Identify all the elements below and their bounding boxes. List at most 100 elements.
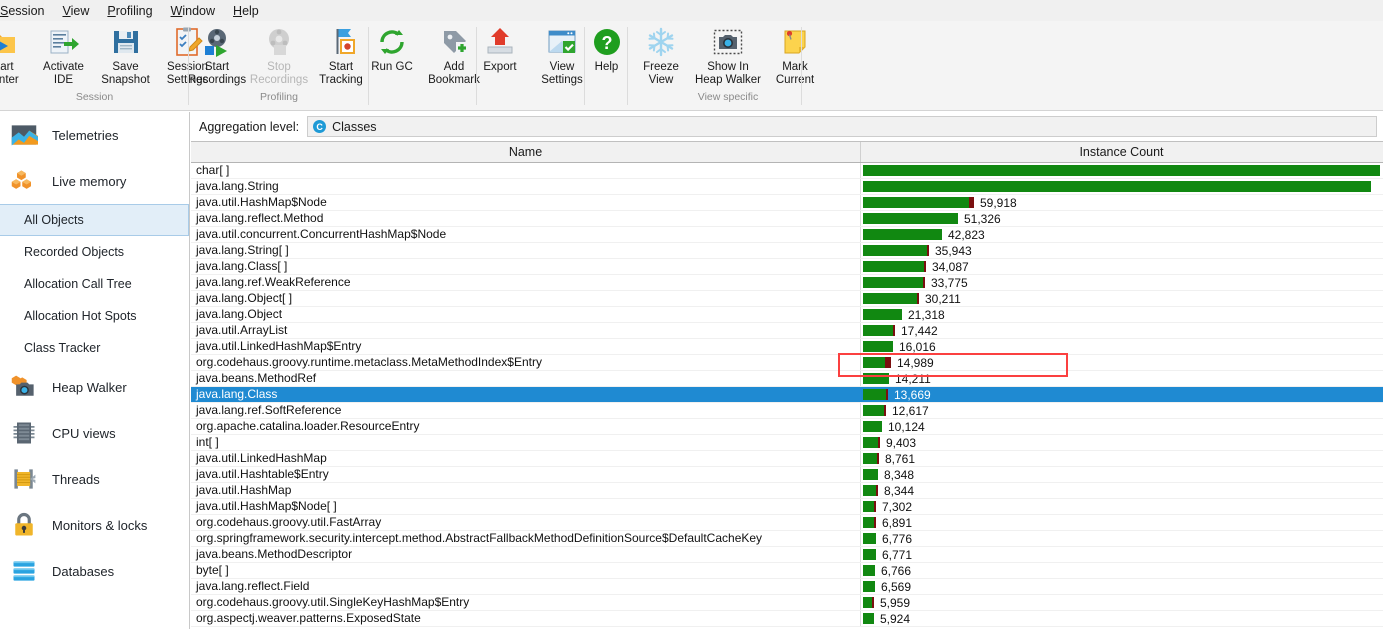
table-row[interactable]: org.apache.catalina.loader.ResourceEntry… [191,419,1383,435]
sidebar-item-class-tracker[interactable]: Class Tracker [0,332,189,364]
freeze-view-icon [645,26,677,58]
instance-count-bar [863,565,875,576]
sidebar: Telemetries Live memory All Objects Recorde… [0,112,190,629]
bar-segment-dark [927,245,929,256]
ribbon-button-label: Stop Recordings [249,61,309,86]
sidebar-item-databases[interactable]: Databases [0,548,189,594]
sidebar-item-allocation-hot-spots[interactable]: Allocation Hot Spots [0,300,189,332]
bar-segment-green [863,421,882,432]
column-header-name[interactable]: Name [191,142,861,162]
menu-item-view[interactable]: View [53,2,98,20]
bar-segment-green [863,341,893,352]
save-snapshot-button[interactable]: Save Snapshot [95,21,157,87]
table-row[interactable]: java.lang.reflect.Method 51,326 [191,211,1383,227]
bar-segment-green [863,357,885,368]
table-row[interactable]: org.codehaus.groovy.runtime.metaclass.Me… [191,355,1383,371]
table-row[interactable]: java.util.HashMap$Node[ ] 7,302 [191,499,1383,515]
sidebar-item-threads[interactable]: Threads [0,456,189,502]
table-row[interactable]: java.util.Hashtable$Entry 8,348 [191,467,1383,483]
instance-count-bar [863,293,919,304]
show-in-heap-walker-button[interactable]: Show In Heap Walker [692,21,764,87]
bar-segment-green [863,517,874,528]
export-button[interactable]: Export [469,21,531,74]
table-row[interactable]: java.lang.Class[ ] 34,087 [191,259,1383,275]
table-row[interactable]: java.lang.Object 21,318 [191,307,1383,323]
table-row[interactable]: org.springframework.security.intercept.m… [191,531,1383,547]
instance-count-value: 12,617 [892,403,929,418]
ribbon-button-label: Start Recordings [187,61,247,86]
cell-class-name: org.codehaus.groovy.util.SingleKeyHashMa… [191,595,861,610]
table-row[interactable]: java.lang.String [191,179,1383,195]
table-row[interactable]: java.util.HashMap 8,344 [191,483,1383,499]
save-snapshot-icon [110,26,142,58]
mark-current-icon [779,26,811,58]
table-row[interactable]: java.lang.Class 13,669 [191,387,1383,403]
table-row[interactable]: char[ ] [191,163,1383,179]
menu-item-window[interactable]: Window [162,2,224,20]
cell-class-name: char[ ] [191,163,861,178]
start-recordings-button[interactable]: Start Recordings [186,21,248,87]
cell-instance-count: 6,771 [861,547,1382,562]
freeze-view-button[interactable]: Freeze View [630,21,692,87]
table-row[interactable]: java.lang.ref.WeakReference 33,775 [191,275,1383,291]
table-row[interactable]: org.codehaus.groovy.util.SingleKeyHashMa… [191,595,1383,611]
ribbon-group-label: View specific [697,91,759,103]
instance-count-bar [863,501,876,512]
sidebar-item-allocation-call-tree[interactable]: Allocation Call Tree [0,268,189,300]
sidebar-item-heap-walker[interactable]: Heap Walker [0,364,189,410]
instance-count-bar [863,437,880,448]
bar-segment-green [863,373,889,384]
instance-count-bar [863,517,876,528]
cpu-views-icon [10,419,38,447]
instance-count-bar [863,245,929,256]
ribbon-button-row: Freeze View Show In Heap Walker Mark Curre… [630,21,826,93]
start-center-button[interactable]: Start Center [0,21,33,87]
sidebar-item-label: All Objects [24,213,84,227]
bar-segment-dark [885,357,891,368]
cell-instance-count: 6,891 [861,515,1382,530]
table-row[interactable]: java.lang.String[ ] 35,943 [191,243,1383,259]
cell-class-name: org.aspectj.weaver.patterns.ExposedState [191,611,861,626]
bar-segment-dark [878,437,880,448]
table-row[interactable]: java.beans.MethodRef 14,211 [191,371,1383,387]
table-row[interactable]: java.util.LinkedHashMap$Entry 16,016 [191,339,1383,355]
table-row[interactable]: java.util.HashMap$Node 59,918 [191,195,1383,211]
menu-item-profiling[interactable]: Profiling [98,2,161,20]
activate-ide-button[interactable]: Activate IDE [33,21,95,87]
table-row[interactable]: java.util.ArrayList 17,442 [191,323,1383,339]
bar-segment-dark [876,485,878,496]
table-row[interactable]: java.lang.Object[ ] 30,211 [191,291,1383,307]
cell-instance-count: 6,569 [861,579,1382,594]
menu-label: indow [182,3,216,18]
bar-segment-green [863,405,884,416]
menu-label: ession [8,3,45,18]
table-row[interactable]: org.aspectj.weaver.patterns.ExposedState… [191,611,1383,627]
sidebar-item-all-objects[interactable]: All Objects [0,204,189,236]
table-row[interactable]: byte[ ] 6,766 [191,563,1383,579]
menu-item-help[interactable]: Help [224,2,268,20]
menu-item-session[interactable]: Session [0,2,53,20]
aggregation-level-combo[interactable]: C Classes [307,116,1377,137]
run-gc-button[interactable]: Run GC [361,21,423,74]
ribbon-button-row: Run GC Add Bookmark [361,21,485,93]
sidebar-item-monitors-locks[interactable]: Monitors & locks [0,502,189,548]
cell-instance-count: 16,016 [861,339,1382,354]
sidebar-item-telemetries[interactable]: Telemetries [0,112,189,158]
table-row[interactable]: org.codehaus.groovy.util.FastArray 6,891 [191,515,1383,531]
table-row[interactable]: java.util.LinkedHashMap 8,761 [191,451,1383,467]
sidebar-item-live-memory[interactable]: Live memory [0,158,189,204]
sidebar-item-cpu-views[interactable]: CPU views [0,410,189,456]
sidebar-item-recorded-objects[interactable]: Recorded Objects [0,236,189,268]
cell-instance-count: 30,211 [861,291,1382,306]
table-row[interactable]: java.lang.ref.SoftReference 12,617 [191,403,1383,419]
table-row[interactable]: java.lang.reflect.Field 6,569 [191,579,1383,595]
menu-label: rofiling [115,3,153,18]
classes-icon: C [313,120,327,133]
table-row[interactable]: java.beans.MethodDescriptor 6,771 [191,547,1383,563]
instance-count-value: 6,776 [882,531,913,546]
add-bookmark-icon [438,26,470,58]
mark-current-button[interactable]: Mark Current [764,21,826,87]
table-row[interactable]: int[ ] 9,403 [191,435,1383,451]
table-row[interactable]: java.util.concurrent.ConcurrentHashMap$N… [191,227,1383,243]
column-header-instance-count[interactable]: Instance Count [861,142,1382,162]
